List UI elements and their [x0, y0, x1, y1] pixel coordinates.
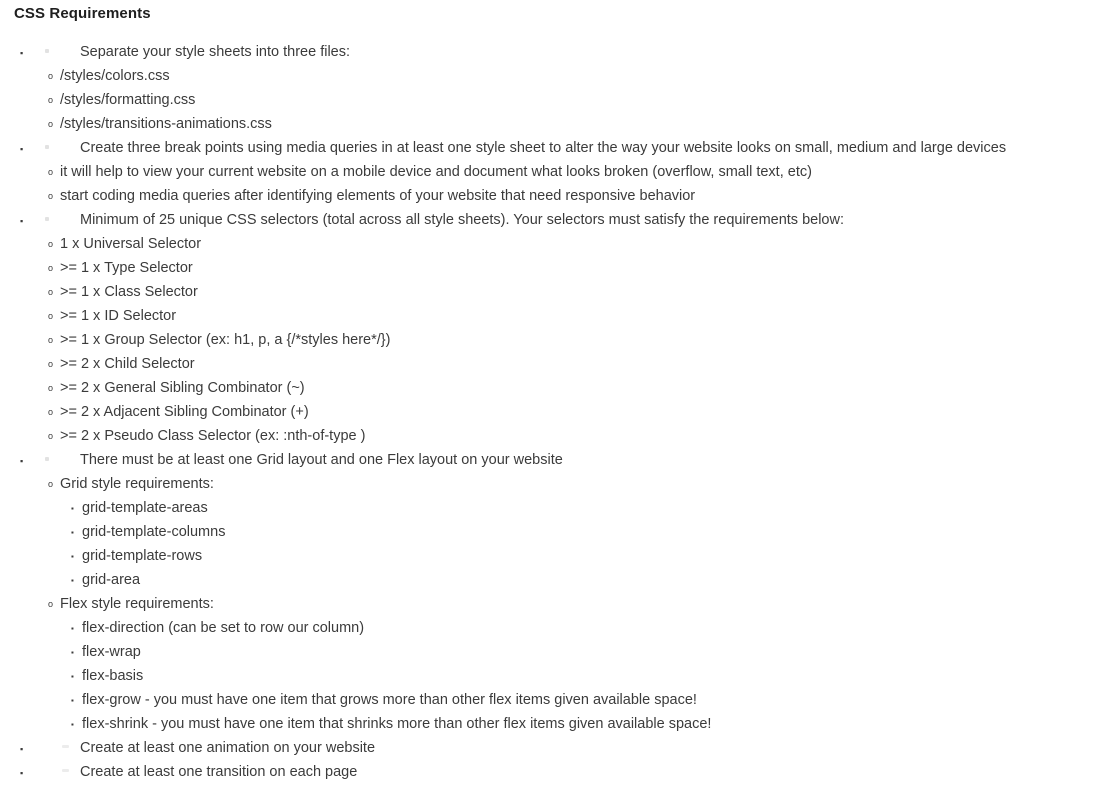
list-item-label: >= 1 x Class Selector	[60, 284, 198, 300]
list-item-label: it will help to view your current websit…	[60, 164, 812, 180]
list-item-label: /styles/transitions-animations.css	[60, 116, 272, 132]
list-item-label: Minimum of 25 unique CSS selectors (tota…	[80, 212, 844, 228]
list-bullet-icon: ▪	[20, 456, 24, 466]
list-item-label: >= 1 x ID Selector	[60, 308, 177, 324]
list-item-label: >= 1 x Type Selector	[60, 260, 193, 276]
list-bullet-icon: o	[48, 287, 54, 297]
list-bullet-icon: o	[48, 239, 54, 249]
scan-artifact	[62, 769, 69, 772]
list-item-label: grid-template-areas	[82, 500, 208, 516]
list-bullet-icon: o	[48, 263, 54, 273]
list-item-label: >= 2 x Pseudo Class Selector (ex: :nth-o…	[60, 428, 366, 444]
list-bullet-icon: ▪	[20, 768, 24, 778]
list-item-label: flex-shrink - you must have one item tha…	[82, 716, 712, 732]
list-item-label: Flex style requirements:	[60, 596, 214, 612]
list-item-label: /styles/colors.css	[60, 68, 170, 84]
list-bullet-icon: o	[48, 191, 54, 201]
document-body: CSS Requirements ▪ Separate your style sh…	[0, 0, 1106, 794]
list-item-label: flex-direction (can be set to row our co…	[82, 620, 365, 636]
list-bullet-icon: ▪	[71, 576, 74, 585]
scan-artifact	[45, 49, 49, 53]
list-item-label: Create at least one transition on each p…	[80, 764, 358, 780]
list-bullet-icon: ▪	[71, 624, 74, 633]
list-bullet-icon: o	[48, 599, 54, 609]
list-item-label: >= 2 x Child Selector	[60, 356, 195, 372]
list-bullet-icon: o	[48, 335, 54, 345]
list-bullet-icon: ▪	[71, 648, 74, 657]
list-item-label: flex-wrap	[82, 644, 141, 660]
list-item-label: Create three break points using media qu…	[80, 140, 1007, 156]
list-item-label: Create at least one animation on your we…	[80, 740, 376, 756]
list-bullet-icon: ▪	[20, 48, 24, 58]
list-bullet-icon: ▪	[71, 696, 74, 705]
list-item-label: flex-basis	[82, 668, 144, 684]
list-bullet-icon: ▪	[71, 504, 74, 513]
list-item-label: >= 2 x Adjacent Sibling Combinator (+)	[60, 404, 309, 420]
list-item-label: start coding media queries after identif…	[60, 188, 696, 204]
list-bullet-icon: ▪	[20, 216, 24, 226]
list-bullet-icon: o	[48, 311, 54, 321]
list-item-label: >= 1 x Group Selector (ex: h1, p, a {/*s…	[60, 332, 391, 348]
list-bullet-icon: o	[48, 119, 54, 129]
list-bullet-icon: o	[48, 479, 54, 489]
list-item-label: grid-template-columns	[82, 524, 226, 540]
list-item-label: 1 x Universal Selector	[60, 236, 202, 252]
list-bullet-icon: ▪	[20, 144, 24, 154]
list-item-label: >= 2 x General Sibling Combinator (~)	[60, 380, 305, 396]
list-bullet-icon: o	[48, 383, 54, 393]
scan-artifact	[45, 217, 49, 221]
list-bullet-icon: ▪	[71, 672, 74, 681]
scan-artifact	[45, 457, 49, 461]
list-item-label: flex-grow - you must have one item that …	[82, 692, 697, 708]
list-bullet-icon: ▪	[71, 552, 74, 561]
list-item-label: Separate your style sheets into three fi…	[80, 44, 351, 60]
scan-artifact	[45, 145, 49, 149]
list-bullet-icon: ▪	[20, 744, 24, 754]
list-item-label: grid-template-rows	[82, 548, 203, 564]
list-bullet-icon: ▪	[71, 528, 74, 537]
list-item-label: Grid style requirements:	[60, 476, 214, 492]
list-bullet-icon: o	[48, 359, 54, 369]
scan-artifact	[62, 745, 69, 748]
list-bullet-icon: o	[48, 95, 54, 105]
list-bullet-icon: o	[48, 167, 54, 177]
list-bullet-icon: o	[48, 431, 54, 441]
list-item-label: There must be at least one Grid layout a…	[80, 452, 563, 468]
page-title: CSS Requirements	[14, 5, 151, 22]
list-bullet-icon: o	[48, 407, 54, 417]
list-bullet-icon: o	[48, 71, 54, 81]
list-bullet-icon: ▪	[71, 720, 74, 729]
list-item-label: /styles/formatting.css	[60, 92, 196, 108]
list-item-label: grid-area	[82, 572, 141, 588]
